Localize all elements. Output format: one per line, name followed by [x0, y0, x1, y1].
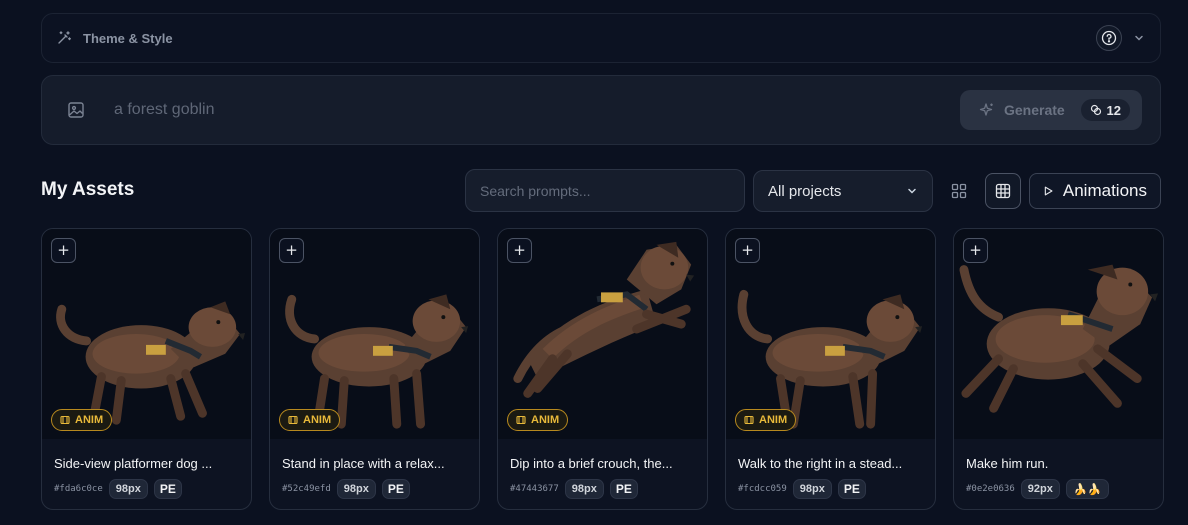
large-grid-view-button[interactable] — [941, 173, 977, 209]
animations-button[interactable]: Animations — [1029, 173, 1161, 209]
film-icon — [516, 415, 526, 425]
asset-card[interactable]: + ANIM Walk to the right in a stead... #… — [725, 228, 936, 510]
add-to-project-button[interactable]: + — [51, 238, 76, 263]
asset-size-pill: 98px — [792, 479, 832, 499]
grid-2x2-icon — [951, 183, 967, 199]
asset-size-pill: 98px — [564, 479, 604, 499]
asset-hash: #fcdcc059 — [738, 484, 787, 494]
asset-tag-pill: PE — [153, 479, 182, 499]
asset-hash: #47443677 — [510, 484, 559, 494]
project-filter-select[interactable]: All projects — [753, 170, 933, 212]
animations-label: Animations — [1062, 181, 1147, 200]
coins-icon — [1090, 104, 1101, 116]
asset-size-pill: 92px — [1020, 479, 1060, 499]
search-prompts-input[interactable] — [465, 169, 745, 212]
expand-chevron-button[interactable] — [1132, 31, 1146, 45]
small-grid-view-button[interactable] — [985, 173, 1021, 209]
anim-badge-label: ANIM — [531, 414, 560, 426]
asset-hash: #fda6c0ce — [54, 484, 103, 494]
asset-size-pill: 98px — [108, 479, 148, 499]
asset-card[interactable]: + Make him run. #0e2e0636 92px 🍌🍌 — [953, 228, 1164, 510]
generate-label: Generate — [1004, 102, 1065, 118]
add-to-project-button[interactable]: + — [735, 238, 760, 263]
help-button[interactable] — [1096, 25, 1122, 51]
asset-grid: + ANIM Side-view platformer dog ... #fda… — [41, 228, 1164, 510]
asset-tag-pill: 🍌🍌 — [1065, 479, 1110, 499]
anim-badge-label: ANIM — [759, 414, 788, 426]
image-upload-icon[interactable] — [67, 101, 85, 119]
asset-card[interactable]: + ANIM Side-view platformer dog ... #fda… — [41, 228, 252, 510]
asset-title: Stand in place with a relax... — [282, 456, 445, 471]
credits-count: 12 — [1106, 102, 1121, 118]
asset-title: Make him run. — [966, 456, 1049, 471]
asset-card[interactable]: + ANIM Stand in place with a relax... #5… — [269, 228, 480, 510]
film-icon — [744, 415, 754, 425]
anim-badge: ANIM — [507, 409, 569, 431]
generate-button[interactable]: Generate 12 — [960, 90, 1142, 130]
anim-badge: ANIM — [279, 409, 341, 431]
asset-hash: #0e2e0636 — [966, 484, 1015, 494]
add-to-project-button[interactable]: + — [279, 238, 304, 263]
asset-title: Dip into a brief crouch, the... — [510, 456, 673, 471]
asset-tag-pill: PE — [381, 479, 410, 499]
theme-style-label: Theme & Style — [83, 30, 173, 46]
question-mark-icon — [1101, 30, 1117, 46]
theme-style-bar[interactable]: Theme & Style — [41, 13, 1161, 63]
play-icon — [1044, 186, 1053, 196]
project-filter-value: All projects — [768, 182, 842, 200]
anim-badge: ANIM — [735, 409, 797, 431]
film-icon — [288, 415, 298, 425]
anim-badge-label: ANIM — [75, 414, 104, 426]
add-to-project-button[interactable]: + — [963, 238, 988, 263]
asset-title: Walk to the right in a stead... — [738, 456, 903, 471]
sparkles-icon — [979, 103, 993, 116]
chevron-down-icon — [906, 185, 918, 197]
grid-3x3-icon — [995, 183, 1011, 199]
chevron-down-icon — [1135, 35, 1143, 41]
my-assets-title: My Assets — [41, 179, 135, 200]
add-to-project-button[interactable]: + — [507, 238, 532, 263]
asset-tag-pill: PE — [837, 479, 866, 499]
asset-size-pill: 98px — [336, 479, 376, 499]
asset-title: Side-view platformer dog ... — [54, 456, 213, 471]
anim-badge: ANIM — [51, 409, 113, 431]
asset-tag-pill: PE — [609, 479, 638, 499]
magic-wand-icon — [58, 31, 71, 44]
prompt-input[interactable] — [114, 101, 960, 119]
asset-hash: #52c49efd — [282, 484, 331, 494]
film-icon — [60, 415, 70, 425]
credits-badge: 12 — [1080, 99, 1130, 121]
anim-badge-label: ANIM — [303, 414, 332, 426]
asset-card[interactable]: + ANIM Dip into a brief crouch, the... #… — [497, 228, 708, 510]
prompt-bar: Generate 12 — [41, 75, 1161, 145]
